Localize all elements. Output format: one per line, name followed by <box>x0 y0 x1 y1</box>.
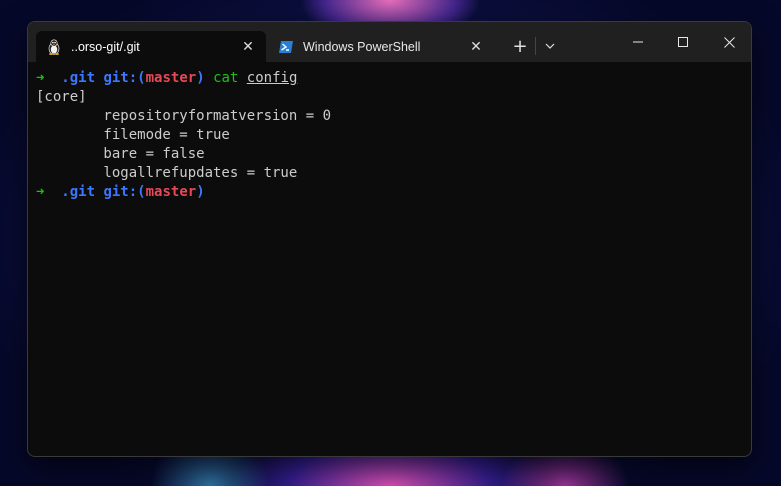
tab-windows-powershell[interactable]: Windows PowerShell ✕ <box>268 31 494 62</box>
close-tab-icon[interactable]: ✕ <box>240 39 256 55</box>
maximize-icon <box>678 37 688 47</box>
output-line: filemode = true <box>36 127 230 143</box>
tab-title: ..orso-git/.git <box>71 39 140 54</box>
chevron-down-icon <box>545 43 555 49</box>
output-line: [core] <box>36 89 87 105</box>
prompt-git-suffix: ) <box>196 184 205 200</box>
tab-dropdown-button[interactable] <box>540 31 560 61</box>
prompt-git-prefix: git:( <box>103 184 146 200</box>
tab-orso-git[interactable]: ..orso-git/.git ✕ <box>36 31 266 62</box>
close-tab-icon[interactable]: ✕ <box>468 39 484 55</box>
output-line: repositoryformatversion = 0 <box>36 108 332 124</box>
prompt-arrow: ➜ <box>36 70 45 86</box>
prompt-directory: .git <box>61 70 96 86</box>
prompt-branch: master <box>145 70 197 86</box>
powershell-icon <box>278 39 294 55</box>
prompt-arrow: ➜ <box>36 184 45 200</box>
close-window-button[interactable] <box>706 22 751 62</box>
prompt-branch: master <box>145 184 197 200</box>
prompt-line: ➜ .git git:(master) <box>36 183 743 202</box>
prompt-directory: .git <box>61 184 96 200</box>
minimize-button[interactable] <box>615 22 661 62</box>
terminal-window: ..orso-git/.git ✕ Windows PowerShell ✕ + <box>27 21 752 457</box>
maximize-button[interactable] <box>660 22 706 62</box>
output-line: bare = false <box>36 146 205 162</box>
close-icon <box>723 36 735 48</box>
title-bar[interactable]: ..orso-git/.git ✕ Windows PowerShell ✕ + <box>28 22 751 62</box>
new-tab-button[interactable]: + <box>509 31 531 61</box>
tab-title: Windows PowerShell <box>303 39 421 54</box>
command-name: cat <box>213 70 239 86</box>
minimize-icon <box>633 41 643 43</box>
linux-penguin-icon <box>46 38 62 55</box>
terminal-output[interactable]: ➜ .git git:(master) cat config [core] re… <box>36 69 743 448</box>
prompt-git-prefix: git:( <box>103 70 146 86</box>
prompt-line: ➜ .git git:(master) cat config <box>36 69 743 88</box>
toolbar-divider <box>535 37 536 55</box>
prompt-git-suffix: ) <box>196 70 205 86</box>
command-argument: config <box>246 70 298 86</box>
plus-icon: + <box>512 35 528 57</box>
output-line: logallrefupdates = true <box>36 165 298 181</box>
